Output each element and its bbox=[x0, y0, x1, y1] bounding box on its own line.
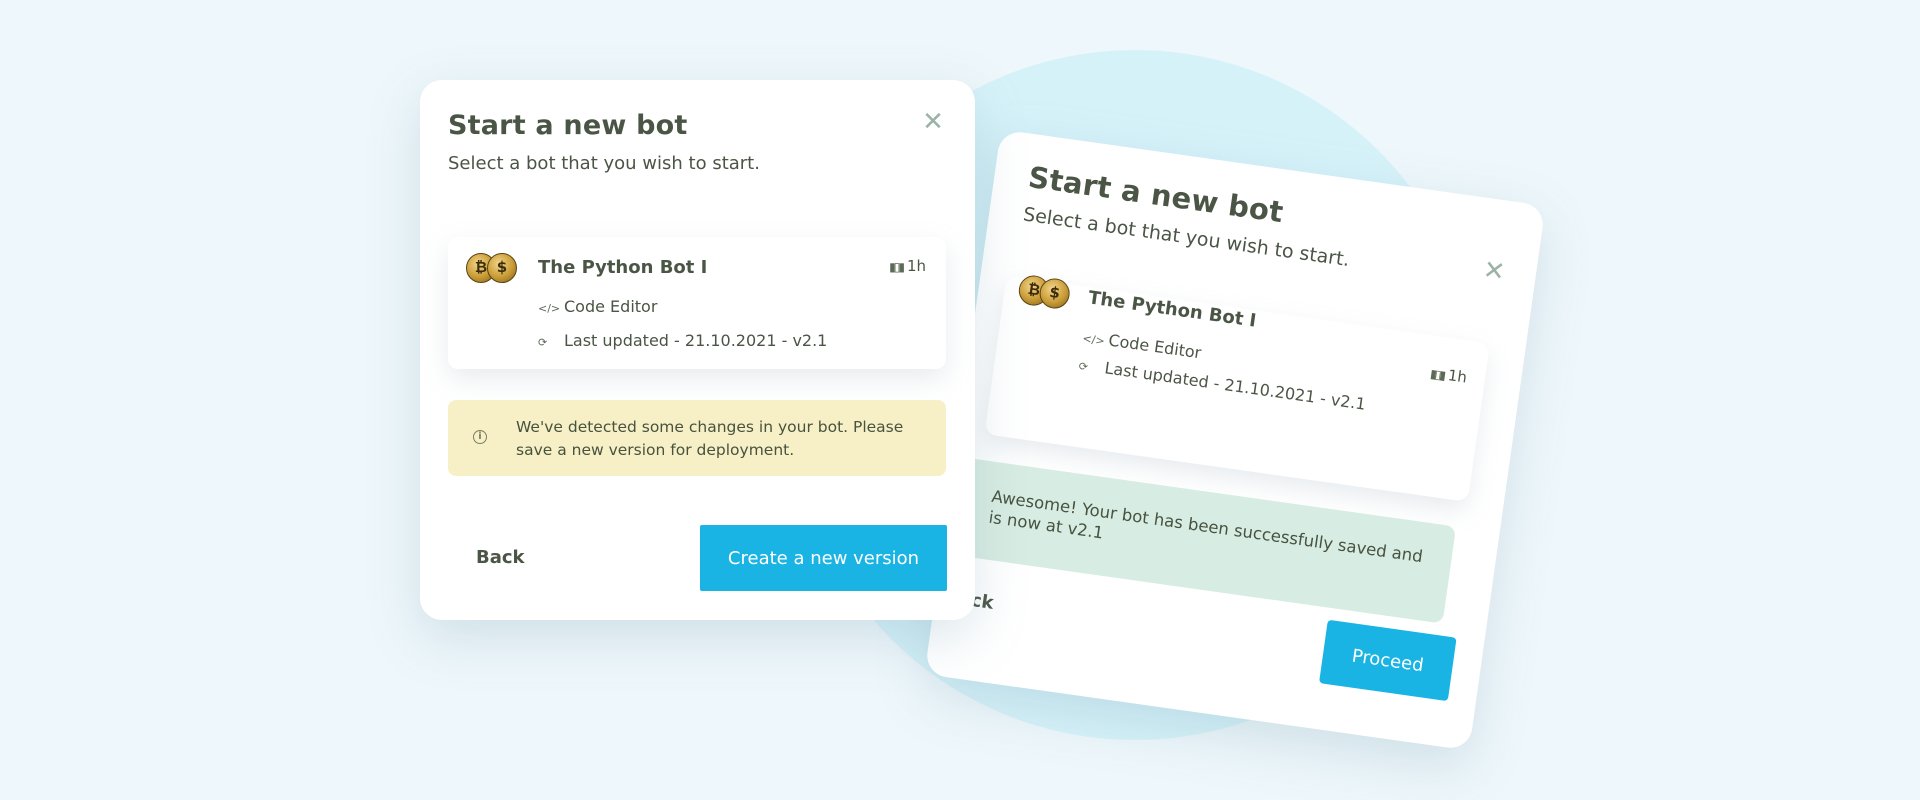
editor-label: Code Editor bbox=[564, 297, 658, 316]
bot-updated-row: ⟳ Last updated - 21.10.2021 - v2.1 bbox=[1077, 355, 1367, 414]
bot-editor-row: </> Code Editor bbox=[538, 297, 657, 316]
bot-coins-icon: ₿ $ bbox=[1016, 273, 1073, 313]
bot-duration: ▮▯▮ 1h bbox=[889, 257, 926, 275]
info-icon: i bbox=[473, 430, 487, 444]
bot-name: The Python Bot I bbox=[1086, 287, 1258, 332]
code-icon: </> bbox=[538, 302, 561, 315]
bot-updated-row: ⟳ Last updated - 21.10.2021 - v2.1 bbox=[538, 331, 827, 350]
close-icon[interactable]: ✕ bbox=[1480, 255, 1507, 288]
notice-text: We've detected some changes in your bot.… bbox=[516, 418, 904, 459]
bot-duration: ▮▯▮ 1h bbox=[1429, 364, 1469, 387]
duration-label: 1h bbox=[1446, 366, 1469, 387]
refresh-icon: ⟳ bbox=[1077, 359, 1089, 374]
updated-label: Last updated - 21.10.2021 - v2.1 bbox=[564, 331, 828, 350]
bot-card[interactable]: ₿ $ The Python Bot I ▮▯▮ 1h </> Code Edito… bbox=[448, 237, 946, 369]
candlestick-icon: ▮▯▮ bbox=[889, 260, 905, 274]
stage: Start a new bot Select a bot that you wi… bbox=[0, 0, 1920, 800]
bot-card[interactable]: ₿ $ The Python Bot I ▮▯▮ 1h </> Code Edito… bbox=[984, 273, 1490, 502]
updated-label: Last updated - 21.10.2021 - v2.1 bbox=[1103, 358, 1367, 414]
create-new-version-button[interactable]: Create a new version bbox=[700, 525, 947, 591]
code-icon: </> bbox=[1081, 331, 1106, 348]
front-modal: Start a new bot Select a bot that you wi… bbox=[420, 80, 975, 620]
back-button[interactable]: Back bbox=[476, 547, 525, 568]
modal-subtitle: Select a bot that you wish to start. bbox=[448, 153, 760, 174]
back-modal: Start a new bot Select a bot that you wi… bbox=[924, 129, 1546, 751]
editor-label: Code Editor bbox=[1107, 330, 1203, 363]
modal-title: Start a new bot bbox=[448, 110, 688, 141]
refresh-icon: ⟳ bbox=[538, 336, 548, 349]
close-icon[interactable]: ✕ bbox=[921, 109, 945, 135]
bot-coins-icon: ₿ $ bbox=[466, 253, 518, 285]
dollar-coin-icon: $ bbox=[487, 253, 517, 283]
candlestick-icon: ▮▯▮ bbox=[1429, 366, 1445, 383]
proceed-button[interactable]: Proceed bbox=[1318, 619, 1457, 702]
changes-notice: i We've detected some changes in your bo… bbox=[448, 400, 946, 476]
duration-label: 1h bbox=[906, 257, 926, 275]
success-text: Awesome! Your bot has been successfully … bbox=[987, 486, 1424, 567]
bot-name: The Python Bot I bbox=[538, 257, 708, 278]
